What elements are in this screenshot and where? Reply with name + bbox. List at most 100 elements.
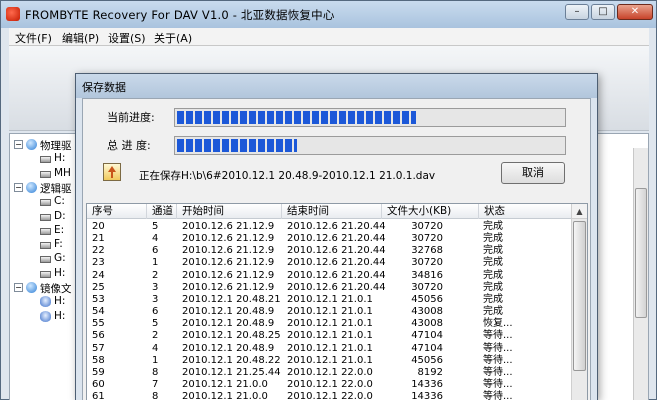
table-row[interactable]: 60 7 2010.12.1 21.0.0 2010.12.1 22.0.0 14336…	[87, 378, 572, 391]
table-cell: 完成	[483, 306, 503, 318]
column-header[interactable]: 序号	[87, 204, 147, 219]
maximize-button[interactable]: □	[591, 4, 615, 20]
table-cell: 2010.12.6 21.12.9	[182, 221, 275, 232]
table-cell: 6	[152, 245, 159, 257]
menu-about[interactable]: 关于(A)	[154, 30, 192, 46]
table-cell: 20	[92, 221, 105, 232]
table-row[interactable]: 20 5 2010.12.6 21.12.9 2010.12.6 21.20.44 30…	[87, 220, 572, 233]
table-cell: 2010.12.1 20.48.9	[182, 342, 275, 354]
column-header[interactable]: 结束时间	[282, 204, 382, 219]
scroll-up-arrow-icon[interactable]: ▲	[572, 204, 587, 219]
table-cell: 30720	[411, 221, 443, 232]
total-progress-label: 总 进 度:	[107, 139, 151, 152]
drive-tree[interactable]: − 物理驱 H: MH − 逻辑驱 C: D: E: F: G: H: − 镜像文 H: H:	[9, 133, 81, 400]
table-row[interactable]: 23 1 2010.12.6 21.12.9 2010.12.6 21.20.44 30…	[87, 256, 572, 269]
table-cell: 等待...	[483, 366, 513, 378]
table-cell: 14336	[411, 378, 443, 390]
table-row[interactable]: 21 4 2010.12.6 21.12.9 2010.12.6 21.20.44 30…	[87, 232, 572, 245]
current-progress-fill	[177, 111, 416, 124]
table-cell: 2010.12.1 21.0.1	[287, 330, 373, 342]
table-cell: 完成	[483, 293, 503, 305]
table-row[interactable]: 58 1 2010.12.1 20.48.22 2010.12.1 21.0.1 450…	[87, 354, 572, 367]
table-cell: 3	[152, 281, 159, 293]
table-cell: 2010.12.1 22.0.0	[287, 378, 373, 390]
table-cell: 5	[152, 221, 159, 232]
table-row[interactable]: 24 2 2010.12.6 21.12.9 2010.12.6 21.20.44 34…	[87, 269, 572, 282]
table-cell: 34816	[411, 269, 443, 281]
disk-icon	[40, 270, 51, 278]
app-icon	[6, 7, 20, 21]
tree-item-label: 镜像文	[40, 283, 72, 295]
table-cell: 8	[152, 391, 159, 400]
disk-icon	[40, 227, 51, 235]
table-row[interactable]: 55 5 2010.12.1 20.48.9 2010.12.1 21.0.1 4300…	[87, 317, 572, 330]
table-cell: 2010.12.6 21.12.9	[182, 269, 275, 281]
scrollbar-thumb[interactable]	[635, 188, 647, 318]
table-cell: 2010.12.1 21.0.1	[287, 354, 373, 366]
image-disk-icon	[40, 296, 51, 308]
table-cell: 2010.12.1 21.0.1	[287, 306, 373, 318]
window-title: FROMBYTE Recovery For DAV V1.0 - 北亚数据恢复中…	[25, 8, 335, 22]
table-cell: 43008	[411, 318, 443, 330]
table-cell: 21	[92, 233, 105, 245]
table-row[interactable]: 61 8 2010.12.1 21.0.0 2010.12.1 22.0.0 14336…	[87, 390, 572, 400]
cancel-button[interactable]: 取消	[501, 162, 565, 184]
table-cell: 2010.12.1 22.0.0	[287, 391, 373, 400]
disk-icon	[40, 256, 51, 264]
table-cell: 2010.12.1 21.0.1	[287, 342, 373, 354]
table-cell: 45056	[411, 354, 443, 366]
tree-item-label: G:	[54, 252, 66, 265]
menu-bar: 文件(F) 编辑(P) 设置(S) 关于(A)	[9, 28, 649, 46]
table-cell: 8192	[417, 366, 443, 378]
task-list[interactable]: 序号 通道 开始时间 结束时间 文件大小(KB) 状态 20 5 2010.12.6 21.1…	[86, 203, 588, 400]
table-cell: 7	[152, 378, 159, 390]
table-row[interactable]: 56 2 2010.12.1 20.48.25 2010.12.1 21.0.1 471…	[87, 329, 572, 342]
table-row[interactable]: 53 3 2010.12.1 20.48.21 2010.12.1 21.0.1 450…	[87, 293, 572, 306]
main-titlebar[interactable]: FROMBYTE Recovery For DAV V1.0 - 北亚数据恢复中…	[1, 1, 656, 28]
table-row[interactable]: 57 4 2010.12.1 20.48.9 2010.12.1 21.0.1 4710…	[87, 342, 572, 355]
tree-item-label: H:	[54, 152, 66, 165]
table-cell: 2010.12.1 21.0.0	[182, 391, 268, 400]
table-cell: 2010.12.1 20.48.9	[182, 318, 275, 330]
table-cell: 43008	[411, 306, 443, 318]
table-cell: 1	[152, 354, 159, 366]
table-cell: 8	[152, 366, 159, 378]
vertical-scrollbar[interactable]	[633, 148, 648, 400]
table-cell: 53	[92, 293, 105, 305]
table-row[interactable]: 54 6 2010.12.1 20.48.9 2010.12.1 21.0.1 4300…	[87, 305, 572, 318]
menu-edit[interactable]: 编辑(P)	[62, 30, 99, 46]
tree-collapse-icon[interactable]: −	[14, 283, 23, 292]
table-cell: 2010.12.6 21.20.44	[287, 257, 386, 269]
disk-icon	[40, 170, 51, 178]
menu-file[interactable]: 文件(F)	[15, 30, 52, 46]
column-header[interactable]: 状态	[479, 204, 572, 219]
table-cell: 3	[152, 293, 159, 305]
table-cell: 2010.12.1 22.0.0	[287, 366, 373, 378]
list-scroll-thumb[interactable]	[573, 221, 586, 371]
table-cell: 57	[92, 342, 105, 354]
close-button[interactable]: ✕	[617, 4, 653, 20]
table-cell: 24	[92, 269, 105, 281]
table-cell: 2	[152, 330, 159, 342]
column-header[interactable]: 文件大小(KB)	[382, 204, 479, 219]
table-row[interactable]: 59 8 2010.12.1 21.25.44 2010.12.1 22.0.0 819…	[87, 366, 572, 379]
column-header[interactable]: 开始时间	[177, 204, 282, 219]
table-cell: 等待...	[483, 354, 513, 366]
column-header[interactable]: 通道	[147, 204, 177, 219]
menu-settings[interactable]: 设置(S)	[108, 30, 146, 46]
tree-collapse-icon[interactable]: −	[14, 140, 23, 149]
status-text: 正在保存H:\b\6#2010.12.1 20.48.9-2010.12.1 2…	[139, 170, 436, 182]
table-cell: 2010.12.1 20.48.21	[182, 293, 281, 305]
table-cell: 4	[152, 233, 159, 245]
table-cell: 45056	[411, 293, 443, 305]
table-cell: 6	[152, 306, 159, 318]
table-cell: 2010.12.6 21.20.44	[287, 281, 386, 293]
table-cell: 14336	[411, 391, 443, 400]
dialog-titlebar[interactable]: 保存数据	[76, 74, 597, 98]
tree-collapse-icon[interactable]: −	[14, 182, 23, 192]
drive-group-icon	[26, 282, 37, 293]
list-scrollbar[interactable]: ▲	[571, 204, 587, 400]
table-row[interactable]: 25 3 2010.12.6 21.12.9 2010.12.6 21.20.44 30…	[87, 281, 572, 294]
minimize-button[interactable]: –	[565, 4, 589, 20]
table-row[interactable]: 22 6 2010.12.6 21.12.9 2010.12.6 21.20.44 32…	[87, 244, 572, 257]
